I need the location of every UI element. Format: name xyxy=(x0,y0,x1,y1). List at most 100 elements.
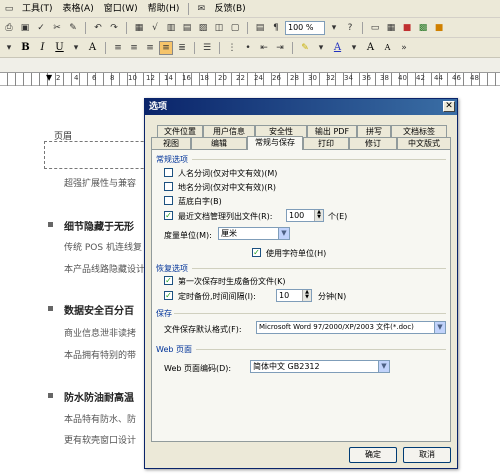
bold-icon[interactable]: B xyxy=(18,40,33,55)
close-icon[interactable]: ✕ xyxy=(443,101,455,112)
person-name-checkbox[interactable] xyxy=(164,168,173,177)
ruler-number: 18 xyxy=(200,74,209,82)
bullets-icon[interactable]: • xyxy=(241,41,255,55)
measure-select[interactable]: 厘米 ▼ xyxy=(218,227,290,240)
highlight-pen-icon[interactable]: ✎ xyxy=(298,41,312,55)
new-icon[interactable]: ▭ xyxy=(2,2,16,16)
increase-indent-icon[interactable]: ⇥ xyxy=(273,41,287,55)
ruler-number: 10 xyxy=(128,74,137,82)
dialog-title: 选项 xyxy=(149,102,168,112)
blue-bg-checkbox[interactable] xyxy=(164,196,173,205)
menu-table[interactable]: 表格(A) xyxy=(59,1,98,17)
interval-unit-label: 分钟(N) xyxy=(318,292,347,301)
recent-docs-checkbox[interactable]: ✓ xyxy=(164,211,173,220)
ruler-number: 40 xyxy=(398,74,407,82)
bullet-icon xyxy=(48,222,53,227)
menu-tools[interactable]: 工具(T) xyxy=(18,1,57,17)
grow-font-icon[interactable]: A xyxy=(363,40,378,55)
formatting-toolbar: ▾ B I U ▾ A ≡ ≡ ≡ ≡ ≣ ☰ ⋮ • ⇤ ⇥ ✎ ▾ A ▾ … xyxy=(0,38,500,58)
decrease-indent-icon[interactable]: ⇤ xyxy=(257,41,271,55)
zoom-select[interactable]: 100 % xyxy=(285,20,325,35)
formula-icon[interactable]: √ xyxy=(148,21,162,35)
section-web: Web 页面 xyxy=(156,345,192,354)
ruler-number: 38 xyxy=(380,74,389,82)
menu-feedback[interactable]: 反馈(B) xyxy=(210,1,249,17)
separator xyxy=(194,41,195,54)
spell-icon[interactable]: ✓ xyxy=(34,21,48,35)
align-right-icon[interactable]: ≡ xyxy=(143,41,157,55)
numbering-icon[interactable]: ⋮ xyxy=(225,41,239,55)
interval-input[interactable]: 10 ▲ ▼ xyxy=(276,289,312,302)
char-border-icon[interactable]: A xyxy=(85,40,100,55)
char-unit-checkbox[interactable]: ✓ xyxy=(252,248,261,257)
recent-docs-label: 最近文档管理列出文件(R): xyxy=(178,212,273,221)
dialog-titlebar[interactable]: 选项 ✕ xyxy=(145,99,457,115)
chevron-down-icon[interactable]: ▼ xyxy=(434,322,445,333)
encoding-select[interactable]: 简体中文 GB2312 ▼ xyxy=(250,360,390,373)
preview-icon[interactable]: ▣ xyxy=(18,21,32,35)
chevron-down-icon[interactable]: ▾ xyxy=(327,21,341,35)
shape-icon[interactable]: ◫ xyxy=(212,21,226,35)
tab-general-save[interactable]: 常规与保存 xyxy=(247,136,303,150)
image-icon[interactable]: ▨ xyxy=(196,21,210,35)
italic-icon[interactable]: I xyxy=(35,40,50,55)
print-icon[interactable]: ⎙ xyxy=(2,21,16,35)
color-icon[interactable]: ■ xyxy=(400,21,414,35)
blue-bg-label: 蓝底白字(B) xyxy=(178,197,222,206)
place-name-label: 地名分词(仅对中文有效)(R) xyxy=(178,183,277,192)
cut-icon[interactable]: ✂ xyxy=(50,21,64,35)
spinner-icon[interactable]: ▲ ▼ xyxy=(314,210,323,221)
cancel-button[interactable]: 取消 xyxy=(403,447,451,463)
undo-icon[interactable]: ↶ xyxy=(91,21,105,35)
ruler-number: 2 xyxy=(56,74,61,82)
separator xyxy=(362,21,363,34)
help-icon[interactable]: ? xyxy=(343,21,357,35)
backup-first-save-checkbox[interactable]: ✓ xyxy=(164,276,173,285)
chevron-down-icon[interactable]: ▾ xyxy=(69,41,83,55)
measure-label: 度量单位(M): xyxy=(164,231,212,240)
align-left-icon[interactable]: ≡ xyxy=(111,41,125,55)
chevron-down-icon[interactable]: ▼ xyxy=(278,228,289,239)
feedback-icon: ✉ xyxy=(197,3,206,14)
gallery-icon[interactable]: ▦ xyxy=(384,21,398,35)
doc-line: 本品特有防水、防 xyxy=(64,415,137,425)
horizontal-ruler[interactable]: ▼ 2 4 6 8 10 12 14 16 18 20 22 24 26 28 30 32 34 36 38 40 42… xyxy=(0,72,500,87)
columns-icon[interactable]: ▥ xyxy=(164,21,178,35)
chevron-down-icon[interactable]: ▼ xyxy=(378,361,389,372)
ruler-number: 4 xyxy=(74,74,79,82)
chart-icon[interactable]: ▤ xyxy=(180,21,194,35)
indent-marker-icon[interactable]: ▼ xyxy=(46,73,52,82)
recent-count-input[interactable]: 100 ▲ ▼ xyxy=(286,209,324,222)
distribute-icon[interactable]: ≣ xyxy=(175,41,189,55)
chevron-down-icon[interactable]: ▾ xyxy=(2,41,16,55)
format-select[interactable]: Microsoft Word 97/2000/XP/2003 文件(*.doc)… xyxy=(256,321,446,334)
chevron-down-icon[interactable]: ▾ xyxy=(347,41,361,55)
highlight-icon[interactable]: ■ xyxy=(432,21,446,35)
format-painter-icon[interactable]: ✎ xyxy=(66,21,80,35)
bullet-icon xyxy=(48,306,53,311)
table-icon[interactable]: ▦ xyxy=(132,21,146,35)
textbox-icon[interactable]: ▢ xyxy=(228,21,242,35)
align-center-icon[interactable]: ≡ xyxy=(127,41,141,55)
ok-button[interactable]: 确定 xyxy=(349,447,397,463)
picture-icon[interactable]: ▩ xyxy=(416,21,430,35)
shrink-font-icon[interactable]: A xyxy=(380,40,395,55)
line-spacing-icon[interactable]: ☰ xyxy=(200,41,214,55)
more-icon[interactable]: » xyxy=(397,41,411,55)
divider xyxy=(192,268,446,269)
underline-icon[interactable]: U xyxy=(52,40,67,55)
spinner-icon[interactable]: ▲ ▼ xyxy=(302,290,311,301)
menu-window[interactable]: 窗口(W) xyxy=(100,1,142,17)
paragraph-mark-icon[interactable]: ¶ xyxy=(269,21,283,35)
font-color-icon[interactable]: A xyxy=(330,40,345,55)
read-icon[interactable]: ▭ xyxy=(368,21,382,35)
justify-icon[interactable]: ≡ xyxy=(159,40,173,55)
autosave-checkbox[interactable]: ✓ xyxy=(164,291,173,300)
menu-help[interactable]: 帮助(H) xyxy=(144,1,184,17)
ruler-number: 8 xyxy=(110,74,115,82)
doc-map-icon[interactable]: ▤ xyxy=(253,21,267,35)
ruler-number: 6 xyxy=(92,74,97,82)
chevron-down-icon[interactable]: ▾ xyxy=(314,41,328,55)
place-name-checkbox[interactable] xyxy=(164,182,173,191)
redo-icon[interactable]: ↷ xyxy=(107,21,121,35)
